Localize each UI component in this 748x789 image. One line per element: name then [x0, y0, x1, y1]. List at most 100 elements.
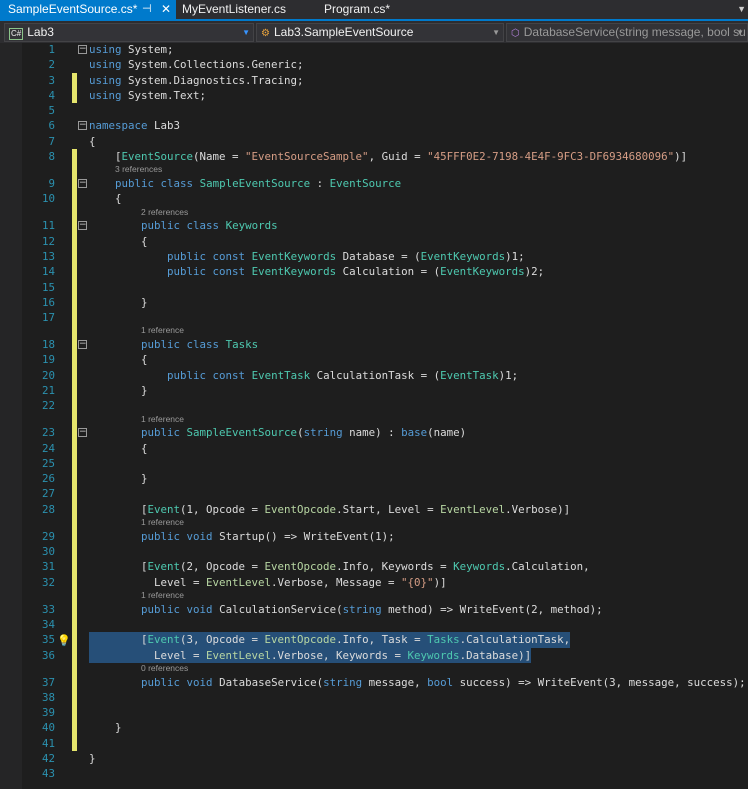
code-line[interactable]: 39	[22, 705, 748, 721]
code-token: Startup() =>	[212, 529, 304, 543]
keyword-token: public	[141, 602, 181, 616]
type-token: EventTask	[440, 368, 499, 382]
code-line[interactable]: 19 {	[22, 352, 748, 368]
references-label[interactable]: 1 reference	[141, 590, 184, 602]
code-line[interactable]: 42}	[22, 751, 748, 766]
code-token: (1);	[368, 529, 395, 543]
code-text: public const EventKeywords Database = (E…	[89, 249, 525, 264]
code-token: {	[89, 234, 148, 248]
codelens-references[interactable]: 2 references	[22, 206, 748, 219]
string-token: "{0}"	[401, 575, 434, 589]
code-line[interactable]: 17	[22, 310, 748, 326]
pin-icon[interactable]: ⊣	[142, 0, 152, 19]
references-label[interactable]: 3 references	[115, 164, 162, 176]
codelens-references[interactable]: 1 reference	[22, 517, 748, 529]
code-line[interactable]: 5	[22, 103, 748, 118]
code-line[interactable]: 18 − public class Tasks	[22, 337, 748, 353]
tab-sample-event-source[interactable]: SampleEventSource.cs* ⊣ ✕	[0, 0, 176, 19]
collapse-icon[interactable]: −	[78, 121, 87, 131]
line-number: 9	[48, 177, 55, 191]
change-marker	[72, 674, 77, 690]
code-line[interactable]: 24 {	[22, 440, 748, 456]
code-line[interactable]: 14 public const EventKeywords Calculatio…	[22, 264, 748, 280]
line-number: 26	[41, 472, 55, 486]
code-line[interactable]: 22	[22, 398, 748, 414]
references-label[interactable]: 1 reference	[141, 325, 184, 337]
tab-program[interactable]: Program.cs*	[224, 0, 390, 19]
code-line[interactable]: 15	[22, 279, 748, 295]
project-dropdown[interactable]: C# Lab3 ▼	[4, 23, 254, 42]
code-line[interactable]: 27	[22, 486, 748, 502]
code-line[interactable]: 2 using System.Collections.Generic;	[22, 57, 748, 72]
keyword-token: namespace	[89, 119, 148, 133]
code-line[interactable]: 1 − using System;	[22, 42, 748, 57]
code-line[interactable]: 36 Level = EventLevel.Verbose, Keywords …	[22, 647, 748, 663]
lightbulb-icon[interactable]: 💡	[57, 633, 71, 648]
code-text: public void CalculationService(string me…	[89, 602, 603, 617]
code-line[interactable]: 21 }	[22, 383, 748, 399]
code-token: CalculationService(	[212, 602, 343, 616]
member-dropdown[interactable]: ⬡ DatabaseService(string message, bool su…	[506, 23, 748, 42]
references-label[interactable]: 1 reference	[141, 517, 184, 529]
code-line[interactable]: 25	[22, 455, 748, 472]
keyword-token: public	[167, 265, 207, 279]
code-line[interactable]: 29 public void Startup() => WriteEvent(1…	[22, 528, 748, 545]
codelens-references[interactable]: 0 references	[22, 662, 748, 675]
code-line[interactable]: 3 using System.Diagnostics.Tracing;	[22, 72, 748, 88]
type-token: EventKeywords	[420, 249, 506, 263]
code-line[interactable]: 33 public void CalculationService(string…	[22, 601, 748, 617]
references-label[interactable]: 1 reference	[141, 414, 184, 426]
code-line[interactable]: 9 − public class SampleEventSource : Even…	[22, 176, 748, 192]
code-text: {	[89, 191, 122, 206]
code-line[interactable]: 37 public void DatabaseService(string me…	[22, 674, 748, 690]
code-editor[interactable]: 1− using System; 2 using System.Collections…	[22, 42, 748, 782]
code-line[interactable]: 16 }	[22, 294, 748, 311]
change-marker	[72, 662, 77, 675]
code-token: (2, method);	[524, 602, 603, 616]
references-label[interactable]: 0 references	[141, 663, 188, 675]
code-line[interactable]: 12 {	[22, 233, 748, 249]
code-line[interactable]: 23 − public SampleEventSource(string name…	[22, 425, 748, 441]
code-line[interactable]: 28 [Event(1, Opcode = EventOpcode.Start,…	[22, 501, 748, 518]
code-line[interactable]: 7{	[22, 134, 748, 149]
code-line[interactable]: 26 }	[22, 471, 748, 487]
collapse-icon[interactable]: −	[78, 179, 87, 189]
change-marker	[72, 705, 77, 721]
codelens-references[interactable]: 1 reference	[22, 413, 748, 426]
collapse-icon[interactable]: −	[78, 45, 87, 54]
tab-overflow-icon[interactable]: ▼	[737, 0, 746, 19]
code-line[interactable]: 40 }	[22, 720, 748, 736]
change-marker	[72, 616, 77, 633]
code-line[interactable]: 8 [EventSource(Name = "EventSourceSample…	[22, 149, 748, 165]
line-number: 3	[48, 73, 55, 87]
code-line[interactable]: 34	[22, 616, 748, 633]
close-icon[interactable]: ✕	[161, 0, 171, 19]
collapse-icon[interactable]: −	[78, 428, 87, 438]
code-line[interactable]: 30	[22, 544, 748, 560]
codelens-references[interactable]: 3 references	[22, 164, 748, 177]
keyword-token: string	[303, 426, 343, 440]
codelens-references[interactable]: 1 reference	[22, 589, 748, 602]
code-line[interactable]: 41	[22, 735, 748, 751]
collapse-icon[interactable]: −	[78, 221, 87, 231]
code-line[interactable]: 35 💡 [Event(3, Opcode = EventOpcode.Info,…	[22, 632, 748, 648]
type-dropdown[interactable]: ⚙ Lab3.SampleEventSource ▼	[256, 23, 504, 42]
code-line[interactable]: 32 Level = EventLevel.Verbose, Message =…	[22, 574, 748, 590]
code-line[interactable]: 10 {	[22, 191, 748, 207]
code-line[interactable]: 31 [Event(2, Opcode = EventOpcode.Info, …	[22, 559, 748, 575]
code-line[interactable]: 6 − namespace Lab3	[22, 118, 748, 133]
codelens-references[interactable]: 1 reference	[22, 325, 748, 338]
code-line[interactable]: 11 − public class Keywords	[22, 218, 748, 234]
change-marker	[72, 486, 77, 502]
code-line[interactable]: 20 public const EventTask CalculationTas…	[22, 367, 748, 383]
references-label[interactable]: 2 references	[141, 207, 188, 219]
line-number: 13	[41, 249, 55, 263]
change-marker	[72, 191, 77, 207]
code-line[interactable]: 43	[22, 766, 748, 781]
code-line[interactable]: 13 public const EventKeywords Database =…	[22, 248, 748, 265]
keyword-token: string	[342, 602, 382, 616]
code-line[interactable]: 38	[22, 689, 748, 706]
collapse-icon[interactable]: −	[78, 340, 87, 350]
code-token: [	[89, 502, 148, 516]
code-line[interactable]: 4 using System.Text;	[22, 87, 748, 104]
